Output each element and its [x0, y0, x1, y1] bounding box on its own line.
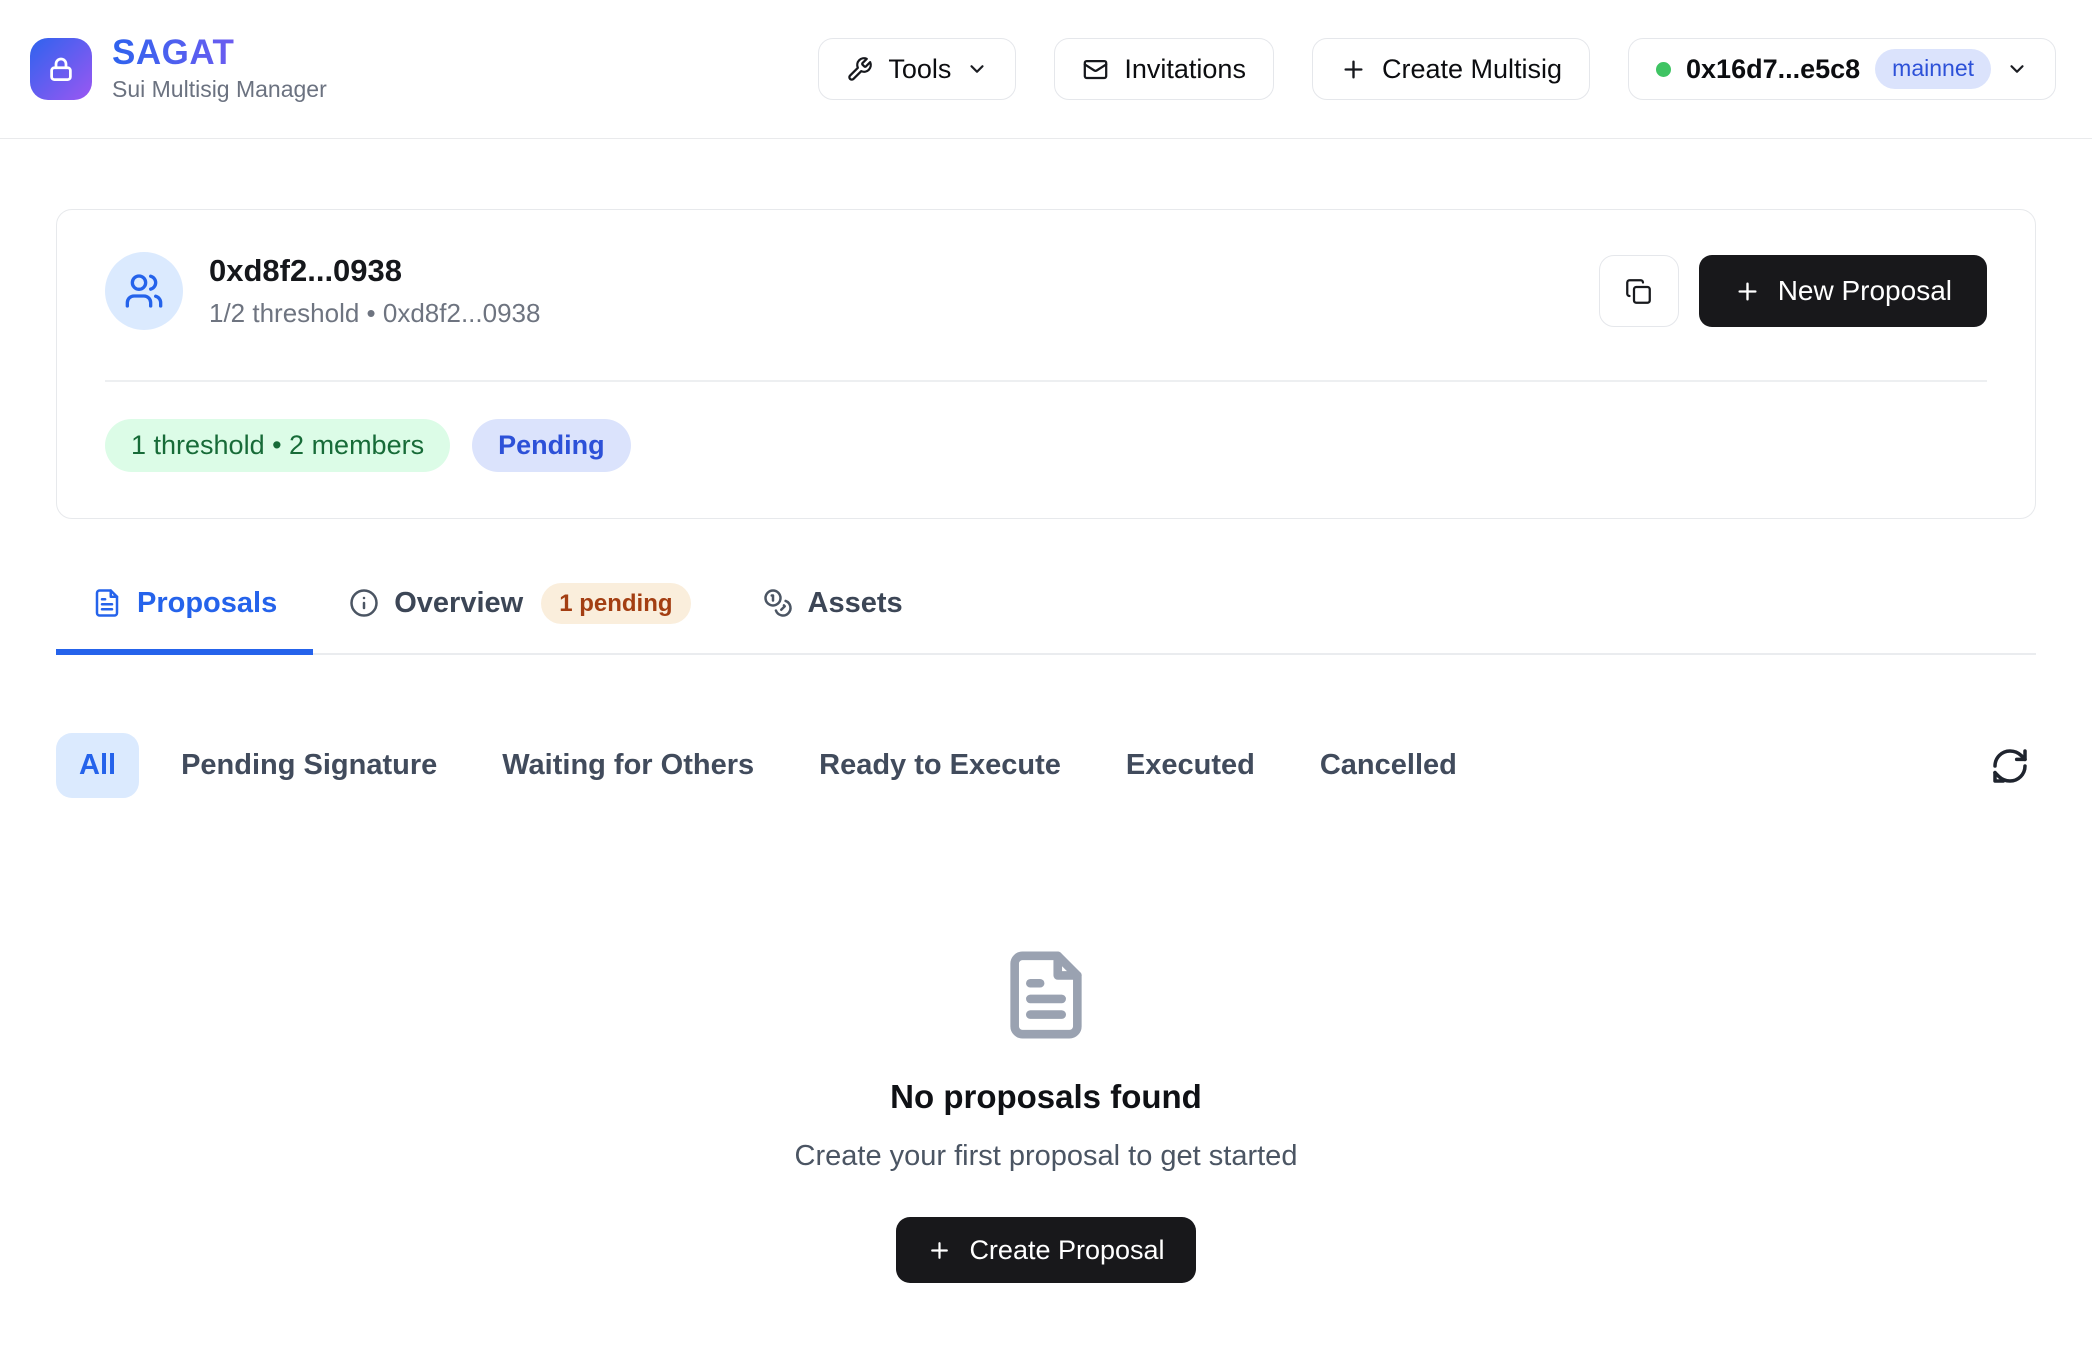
plus-icon	[927, 1238, 952, 1263]
empty-state-subtitle: Create your first proposal to get starte…	[795, 1140, 1298, 1173]
empty-state: No proposals found Create your first pro…	[56, 948, 2036, 1283]
multisig-actions: New Proposal	[1599, 255, 1987, 327]
copy-address-button[interactable]	[1599, 255, 1679, 327]
copy-icon	[1625, 278, 1652, 305]
refresh-button[interactable]	[1984, 740, 2036, 792]
new-proposal-button[interactable]: New Proposal	[1699, 255, 1987, 327]
filter-pending-signature[interactable]: Pending Signature	[158, 733, 460, 798]
tools-label: Tools	[888, 54, 951, 85]
multisig-title: 0xd8f2...0938	[209, 253, 540, 289]
new-proposal-label: New Proposal	[1778, 275, 1952, 307]
invitations-label: Invitations	[1124, 54, 1246, 85]
multisig-subtitle: 1/2 threshold • 0xd8f2...0938	[209, 298, 540, 329]
app-page: SAGAT Sui Multisig Manager Tools	[0, 0, 2092, 1372]
tab-proposals[interactable]: Proposals	[56, 583, 313, 656]
tab-assets-label: Assets	[808, 587, 903, 620]
status-badge: Pending	[472, 419, 631, 472]
app-header: SAGAT Sui Multisig Manager Tools	[0, 0, 2092, 139]
info-icon	[349, 588, 379, 618]
proposal-filters: All Pending Signature Waiting for Others…	[56, 733, 2036, 798]
empty-state-title: No proposals found	[890, 1078, 1202, 1116]
lock-icon	[46, 54, 76, 84]
header-actions: Tools Invitations	[818, 38, 2056, 100]
tab-proposals-label: Proposals	[137, 587, 277, 620]
wrench-icon	[846, 56, 873, 83]
users-icon	[124, 271, 164, 311]
tab-overview[interactable]: Overview 1 pending	[313, 583, 726, 656]
document-icon	[92, 588, 122, 618]
avatar	[105, 252, 183, 330]
multisig-badges: 1 threshold • 2 members Pending	[105, 419, 1987, 472]
members-badge: 1 threshold • 2 members	[105, 419, 450, 472]
tools-button[interactable]: Tools	[818, 38, 1016, 100]
connection-status-dot	[1656, 62, 1671, 77]
brand-text: SAGAT Sui Multisig Manager	[112, 35, 327, 103]
app-title: SAGAT	[112, 35, 327, 72]
create-multisig-label: Create Multisig	[1382, 54, 1562, 85]
invitations-button[interactable]: Invitations	[1054, 38, 1274, 100]
chevron-down-icon	[2006, 58, 2028, 80]
pending-count-badge: 1 pending	[541, 583, 690, 625]
multisig-identity: 0xd8f2...0938 1/2 threshold • 0xd8f2...0…	[105, 252, 540, 330]
tab-overview-label: Overview	[394, 587, 523, 620]
plus-icon	[1734, 278, 1761, 305]
main-content: 0xd8f2...0938 1/2 threshold • 0xd8f2...0…	[0, 209, 2092, 1283]
wallet-address: 0x16d7...e5c8	[1686, 54, 1860, 85]
create-proposal-button[interactable]: Create Proposal	[896, 1217, 1195, 1283]
tab-bar: Proposals Overview 1 pending	[56, 583, 2036, 656]
wallet-button[interactable]: 0x16d7...e5c8 mainnet	[1628, 38, 2056, 100]
filter-all[interactable]: All	[56, 733, 139, 798]
coins-icon	[763, 588, 793, 618]
create-multisig-button[interactable]: Create Multisig	[1312, 38, 1590, 100]
multisig-card: 0xd8f2...0938 1/2 threshold • 0xd8f2...0…	[56, 209, 2036, 519]
filter-ready-to-execute[interactable]: Ready to Execute	[796, 733, 1084, 798]
plus-icon	[1340, 56, 1367, 83]
multisig-text: 0xd8f2...0938 1/2 threshold • 0xd8f2...0…	[209, 253, 540, 329]
app-logo	[30, 38, 92, 100]
filter-waiting-for-others[interactable]: Waiting for Others	[479, 733, 777, 798]
mail-icon	[1082, 56, 1109, 83]
card-divider	[105, 380, 1987, 382]
filter-cancelled[interactable]: Cancelled	[1297, 733, 1480, 798]
app-subtitle: Sui Multisig Manager	[112, 76, 327, 103]
chevron-down-icon	[966, 58, 988, 80]
refresh-icon	[1990, 746, 2030, 786]
empty-document-icon	[999, 948, 1093, 1042]
create-proposal-label: Create Proposal	[969, 1235, 1164, 1266]
filter-executed[interactable]: Executed	[1103, 733, 1278, 798]
tab-assets[interactable]: Assets	[727, 583, 939, 656]
multisig-card-header: 0xd8f2...0938 1/2 threshold • 0xd8f2...0…	[105, 252, 1987, 330]
brand: SAGAT Sui Multisig Manager	[30, 35, 327, 103]
network-badge: mainnet	[1875, 49, 1991, 89]
